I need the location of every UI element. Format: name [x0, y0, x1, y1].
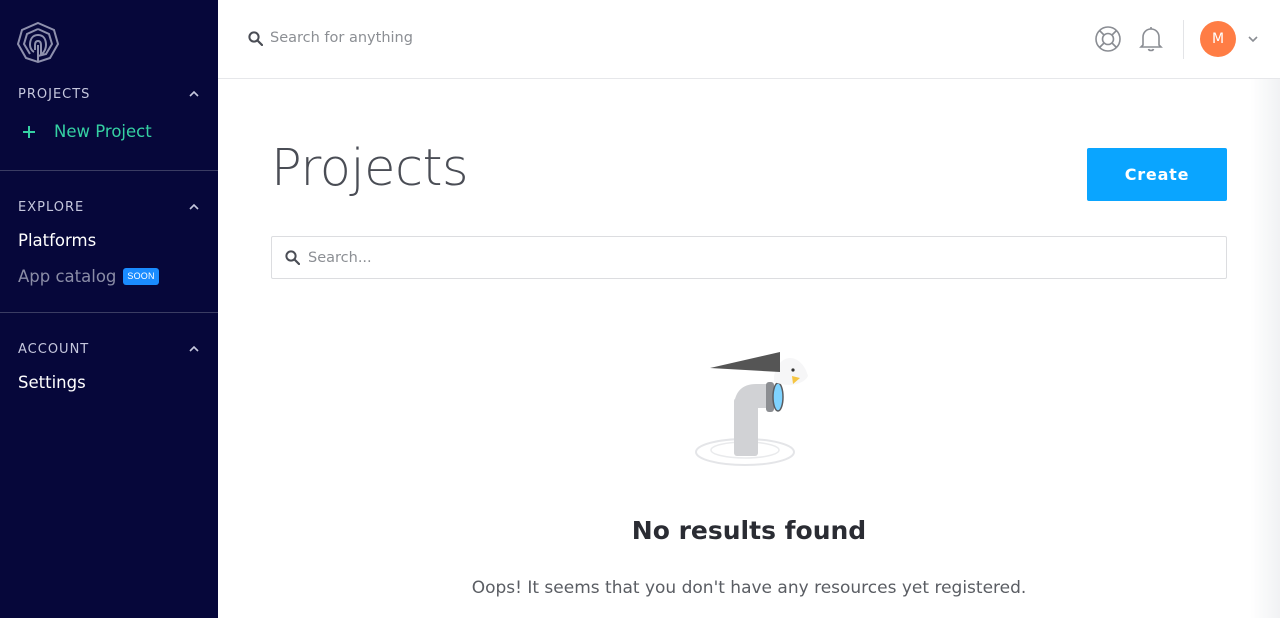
avatar[interactable]: M	[1200, 21, 1236, 57]
search-icon	[285, 250, 300, 265]
page-title: Projects	[271, 139, 469, 198]
content-edge-shadow	[1250, 79, 1280, 618]
explore-section-header[interactable]: EXPLORE	[18, 199, 200, 215]
topbar: M	[218, 0, 1280, 79]
chevron-up-icon[interactable]	[188, 201, 200, 213]
sidebar: PROJECTS New Project EXPLORE Platforms A…	[0, 0, 218, 618]
projects-search-input[interactable]	[308, 249, 1188, 266]
sidebar-divider	[0, 312, 218, 313]
projects-section-header[interactable]: PROJECTS	[18, 86, 200, 102]
sidebar-item-label: Platforms	[18, 231, 97, 250]
chevron-up-icon[interactable]	[188, 88, 200, 100]
empty-state-subtitle: Oops! It seems that you don't have any r…	[471, 578, 1027, 598]
sidebar-item-settings[interactable]: Settings	[18, 373, 86, 392]
chevron-up-icon[interactable]	[188, 343, 200, 355]
soon-badge: SOON	[123, 268, 159, 285]
notifications-button[interactable]	[1136, 24, 1166, 54]
periscope-bird-illustration	[695, 352, 808, 466]
search-icon	[248, 30, 263, 46]
global-search	[248, 30, 570, 46]
sidebar-item-label: Settings	[18, 373, 86, 392]
fingerprint-logo-icon[interactable]	[14, 20, 62, 64]
sidebar-item-label: App catalog	[18, 267, 117, 286]
sidebar-item-new-project[interactable]: New Project	[18, 122, 152, 141]
account-section-header[interactable]: ACCOUNT	[18, 341, 200, 357]
projects-search	[271, 236, 1227, 279]
avatar-initial: M	[1211, 31, 1225, 47]
sidebar-item-platforms[interactable]: Platforms	[18, 231, 96, 250]
empty-state-title: No results found	[631, 516, 867, 545]
topbar-separator	[1183, 20, 1184, 59]
create-button[interactable]: Create	[1087, 148, 1227, 201]
plus-icon	[23, 125, 35, 138]
account-section-title: ACCOUNT	[18, 341, 90, 357]
lifebuoy-icon	[1095, 26, 1121, 52]
projects-section-title: PROJECTS	[18, 86, 91, 102]
help-button[interactable]	[1093, 24, 1123, 54]
sidebar-divider	[0, 170, 218, 171]
explore-section-title: EXPLORE	[18, 199, 85, 215]
global-search-input[interactable]	[270, 30, 570, 46]
chevron-down-icon[interactable]	[1247, 33, 1259, 45]
bell-icon	[1139, 27, 1163, 52]
sidebar-item-app-catalog[interactable]: App catalog SOON	[18, 267, 159, 286]
sidebar-item-label: New Project	[54, 122, 152, 141]
